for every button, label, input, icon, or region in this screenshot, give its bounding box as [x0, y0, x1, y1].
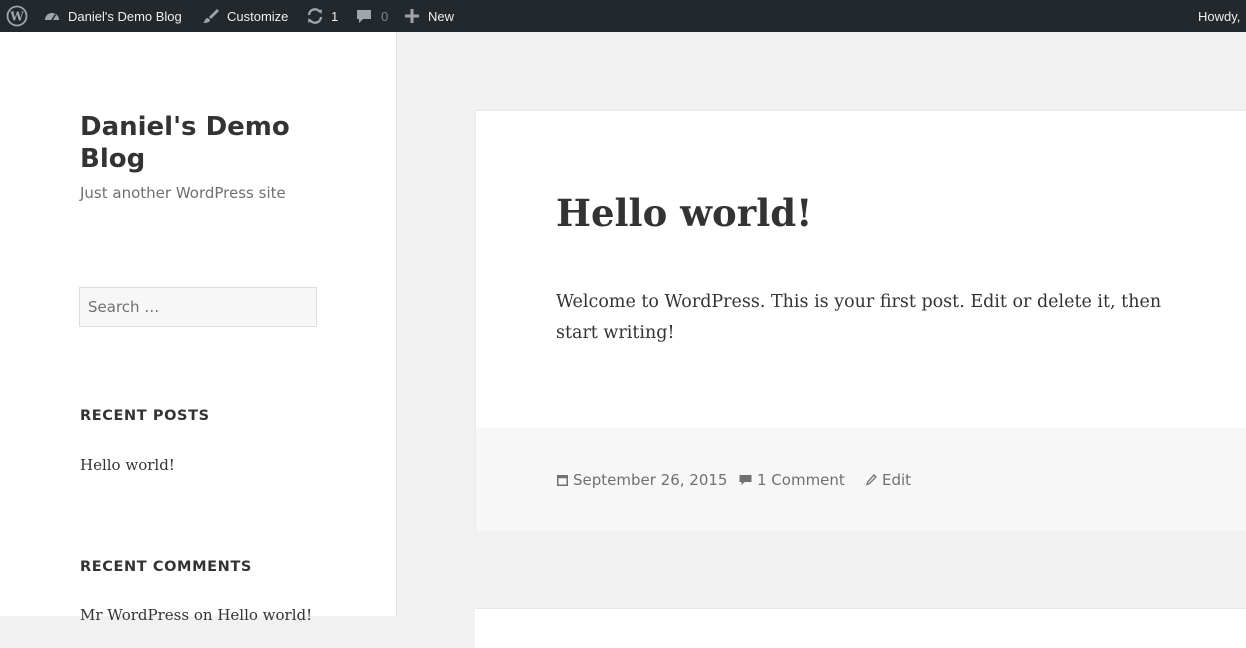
comment-icon: [739, 474, 757, 486]
site-name-label: Daniel's Demo Blog: [68, 8, 182, 24]
sidebar: Daniel's Demo Blog Just another WordPres…: [0, 32, 397, 624]
post-comments-link[interactable]: 1 Comment: [739, 470, 845, 490]
post-edit-label: Edit: [882, 471, 912, 489]
post-article: Hello world! Welcome to WordPress. This …: [475, 110, 1246, 531]
post-date: September 26, 2015: [573, 471, 728, 489]
comments-count: 0: [381, 8, 389, 24]
plus-icon: [405, 9, 419, 23]
post-title[interactable]: Hello world!: [556, 189, 812, 237]
updates-link[interactable]: 1: [306, 0, 338, 32]
post-edit-link[interactable]: Edit: [866, 470, 911, 490]
new-label: New: [428, 8, 455, 24]
new-content-menu[interactable]: New: [405, 0, 454, 32]
search-input[interactable]: [79, 287, 317, 327]
recent-comment-item: Mr WordPress on Hello world!: [80, 606, 312, 624]
comment-bubble-icon: [356, 8, 372, 24]
pencil-icon: [866, 474, 882, 486]
customize-link[interactable]: Customize: [202, 0, 288, 32]
wordpress-menu[interactable]: W: [6, 0, 28, 32]
svg-text:W: W: [9, 10, 24, 24]
next-post-article: [475, 608, 1246, 648]
site-name-menu[interactable]: Daniel's Demo Blog: [43, 0, 182, 32]
post-date-link[interactable]: September 26, 2015: [557, 470, 727, 490]
recent-posts-title: RECENT POSTS: [80, 408, 210, 424]
comments-link[interactable]: 0: [356, 0, 388, 32]
customize-label: Customize: [227, 8, 289, 24]
calendar-icon: [557, 474, 573, 486]
recent-comments-title: RECENT COMMENTS: [80, 559, 252, 575]
howdy-label: Howdy,: [1198, 8, 1241, 24]
post-footer: September 26, 2015 1 Comment Edit: [476, 428, 1246, 531]
post-content: Welcome to WordPress. This is your first…: [556, 292, 1162, 343]
admin-bar: W Daniel's Demo Blog Customize 1 0 New H…: [0, 0, 1246, 32]
comment-on-text: on: [193, 606, 213, 624]
recent-post-link[interactable]: Hello world!: [80, 456, 175, 474]
site-title[interactable]: Daniel's Demo Blog: [80, 111, 340, 175]
wordpress-icon: W: [6, 5, 28, 27]
site-description: Just another WordPress site: [80, 184, 286, 202]
dashboard-icon: [43, 7, 61, 25]
brush-icon: [202, 7, 220, 25]
post-comments-count: 1 Comment: [757, 471, 845, 489]
account-menu[interactable]: Howdy,: [1198, 0, 1240, 32]
comment-post-link[interactable]: Hello world!: [217, 606, 312, 624]
refresh-icon: [306, 7, 324, 25]
comment-author-link[interactable]: Mr WordPress: [80, 606, 189, 624]
updates-count: 1: [331, 8, 339, 24]
